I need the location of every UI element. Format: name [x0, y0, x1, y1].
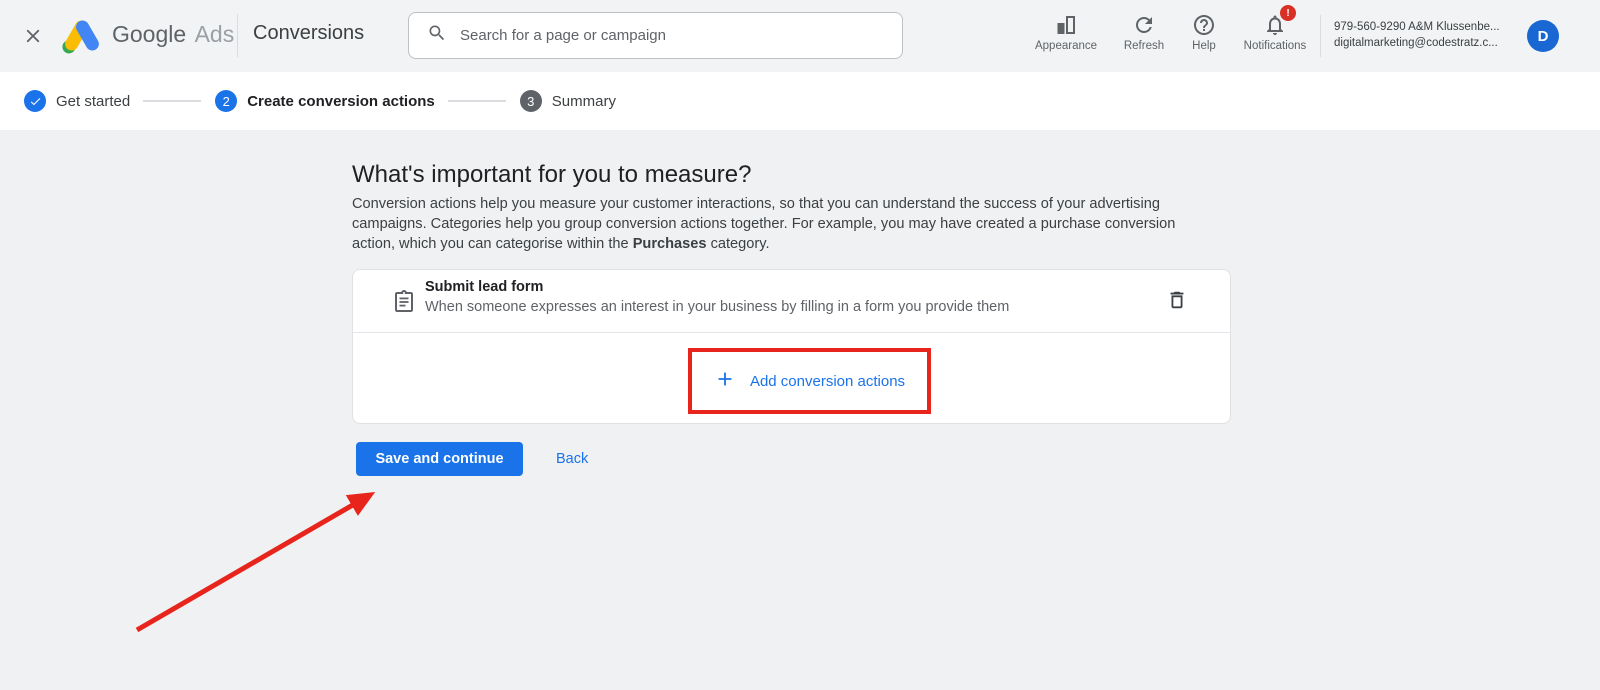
step-create-conversion-actions[interactable]: 2 Create conversion actions: [215, 90, 435, 112]
avatar[interactable]: D: [1527, 20, 1559, 52]
step-complete-check-icon: [24, 90, 46, 112]
description-text: category.: [706, 236, 770, 252]
step-get-started[interactable]: Get started: [24, 90, 130, 112]
account-id: 979-560-9290 A&M Klussenbe...: [1334, 21, 1500, 33]
appearance-label: Appearance: [1034, 40, 1098, 52]
page-description: Conversion actions help you measure your…: [352, 194, 1222, 254]
trash-icon: [1166, 291, 1188, 315]
add-conversion-actions-button[interactable]: Add conversion actions: [714, 368, 905, 394]
step-summary[interactable]: 3 Summary: [519, 90, 616, 112]
notifications-label: Notifications: [1243, 40, 1307, 52]
brand-google: Google: [112, 21, 187, 47]
google-ads-conversions-page: Google Ads Conversions Appearance: [0, 0, 1600, 690]
search-box[interactable]: [408, 12, 903, 59]
step-number: 3: [519, 90, 542, 112]
refresh-button[interactable]: Refresh: [1113, 11, 1175, 63]
add-button-label: Add conversion actions: [749, 372, 906, 390]
google-ads-logo-icon: [60, 17, 104, 59]
notification-badge: !: [1280, 5, 1296, 21]
step-number: 2: [215, 90, 238, 112]
conversion-action-row: Submit lead form When someone expresses …: [353, 270, 1230, 332]
help-button[interactable]: Help: [1181, 11, 1227, 63]
topbar-divider: [1320, 15, 1321, 57]
card-divider: [353, 332, 1230, 333]
step-label: Summary: [551, 92, 616, 110]
notifications-icon: !: [1263, 5, 1296, 37]
close-icon: [22, 29, 44, 50]
top-bar: Google Ads Conversions Appearance: [0, 0, 1600, 72]
description-bold-term: Purchases: [632, 236, 707, 252]
back-button[interactable]: Back: [546, 442, 598, 476]
account-info[interactable]: 979-560-9290 A&M Klussenbe... digitalmar…: [1334, 19, 1520, 51]
step-label: Get started: [56, 92, 131, 110]
close-button[interactable]: [20, 24, 46, 50]
notifications-button[interactable]: ! Notifications: [1236, 5, 1314, 63]
annotation-highlight-box: Add conversion actions: [688, 348, 931, 414]
refresh-label: Refresh: [1123, 40, 1165, 52]
search-input[interactable]: [460, 27, 860, 44]
lead-form-icon: [392, 288, 416, 319]
step-label: Create conversion actions: [247, 92, 435, 110]
refresh-icon: [1132, 11, 1156, 37]
brand-ads: Ads: [194, 21, 235, 47]
section-title: Conversions: [253, 22, 365, 44]
help-icon: [1192, 11, 1216, 37]
conversion-action-description: When someone expresses an interest in yo…: [425, 299, 1010, 315]
save-and-continue-button[interactable]: Save and continue: [356, 442, 523, 476]
help-label: Help: [1192, 40, 1216, 52]
search-icon: [427, 23, 447, 48]
conversion-actions-card: Submit lead form When someone expresses …: [352, 269, 1231, 424]
account-email: digitalmarketing@codestratz.c...: [1334, 37, 1498, 49]
appearance-button[interactable]: Appearance: [1028, 11, 1104, 63]
plus-icon: [714, 368, 736, 394]
step-connector: [447, 100, 506, 102]
step-connector: [143, 100, 202, 102]
stepper: Get started 2 Create conversion actions …: [0, 72, 1600, 130]
main-content: What's important for you to measure? Con…: [0, 130, 1600, 690]
appearance-icon: [1054, 11, 1078, 37]
topbar-divider: [237, 14, 238, 57]
conversion-action-title: Submit lead form: [425, 279, 544, 295]
page-title: What's important for you to measure?: [352, 161, 752, 188]
delete-conversion-action-button[interactable]: [1163, 287, 1191, 315]
brand-text: Google Ads: [112, 21, 234, 48]
